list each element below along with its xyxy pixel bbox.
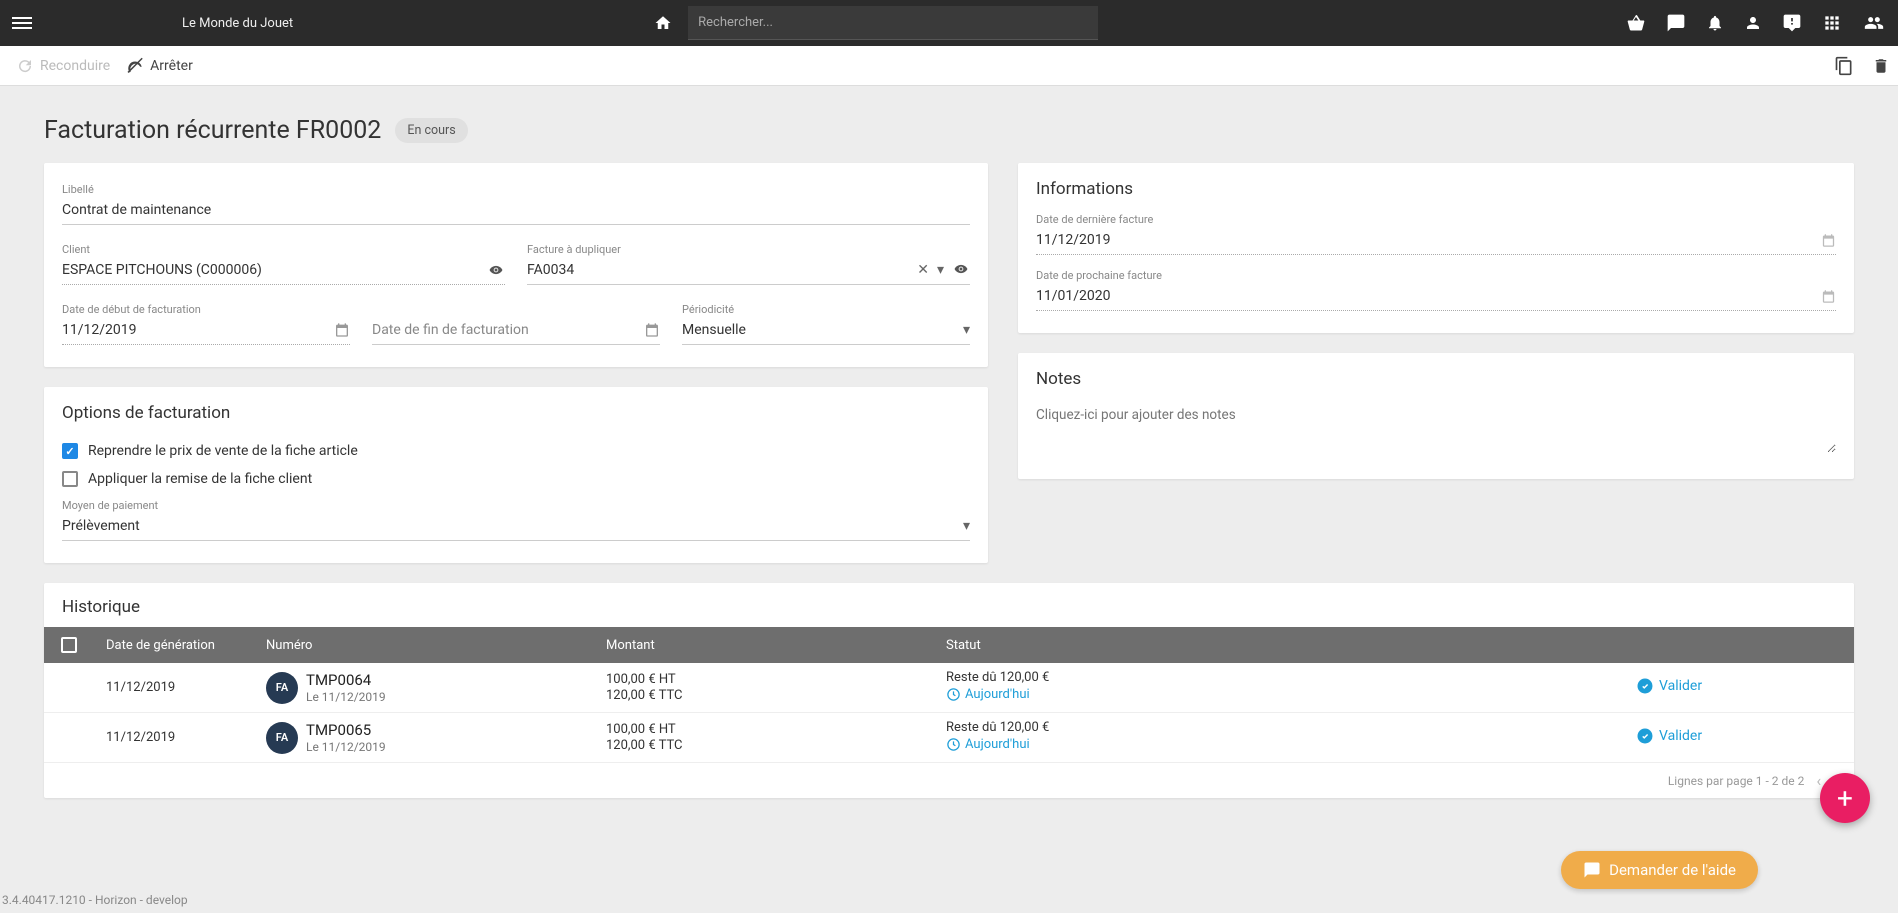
search-input[interactable] — [688, 6, 1098, 40]
col-num[interactable]: Numéro — [254, 638, 594, 653]
help-button[interactable]: Demander de l'aide — [1561, 851, 1758, 889]
basket-icon[interactable] — [1626, 13, 1646, 33]
appliquer-remise-label: Appliquer la remise de la fiche client — [88, 471, 312, 487]
chevron-down-icon[interactable]: ▾ — [963, 322, 970, 338]
due-today: Aujourd'hui — [946, 687, 1030, 702]
help-chat-icon — [1583, 861, 1601, 879]
history-title: Historique — [44, 583, 1854, 627]
dropdown-icon[interactable]: ▾ — [937, 262, 944, 278]
eye-icon[interactable] — [952, 262, 970, 278]
last-invoice-field[interactable]: 11/12/2019 — [1036, 228, 1836, 255]
row-date: 11/12/2019 — [94, 674, 254, 701]
end-label — [372, 303, 660, 316]
menu-icon[interactable] — [12, 14, 32, 32]
user-icon[interactable] — [1744, 13, 1762, 33]
client-field[interactable]: ESPACE PITCHOUNS (C000006) — [62, 258, 505, 285]
history-header: Date de génération Numéro Montant Statut — [44, 627, 1854, 663]
info-title: Informations — [1036, 175, 1836, 199]
notes-title: Notes — [1036, 365, 1836, 389]
payment-field[interactable]: Prélèvement ▾ — [62, 514, 970, 541]
avatar: FA — [266, 722, 298, 754]
select-all-checkbox[interactable] — [61, 637, 77, 653]
avatar: FA — [266, 672, 298, 704]
status-badge: En cours — [395, 118, 467, 143]
amount-ht: 100,00 € HT — [606, 672, 922, 687]
period-field[interactable]: Mensuelle ▾ — [682, 318, 970, 345]
next-invoice-field[interactable]: 11/01/2020 — [1036, 284, 1836, 311]
pay-label: Moyen de paiement — [62, 499, 970, 512]
libelle-label: Libellé — [62, 183, 970, 196]
last-invoice-label: Date de dernière facture — [1036, 213, 1836, 226]
history-footer: Lignes par page 1 - 2 de 2 ‹ › — [44, 763, 1854, 798]
dup-label: Facture à dupliquer — [527, 243, 970, 256]
appliquer-remise-checkbox[interactable] — [62, 471, 78, 487]
stop-alarm-icon — [126, 57, 144, 75]
invoice-subdate: Le 11/12/2019 — [306, 740, 386, 754]
bell-icon[interactable] — [1706, 13, 1724, 33]
row-date: 11/12/2019 — [94, 724, 254, 751]
topbar: Le Monde du Jouet — [0, 0, 1898, 46]
options-title: Options de facturation — [62, 399, 970, 423]
period-label: Périodicité — [682, 303, 970, 316]
remaining-due: Reste dû 120,00 € — [946, 720, 1612, 735]
arreter-button[interactable]: Arrêter — [118, 51, 201, 81]
prev-page-icon[interactable]: ‹ — [1816, 771, 1821, 790]
info-card: Informations Date de dernière facture 11… — [1018, 163, 1854, 333]
due-today: Aujourd'hui — [946, 737, 1030, 752]
calendar-icon[interactable] — [1821, 233, 1836, 248]
clear-icon[interactable]: ✕ — [917, 262, 929, 278]
calendar-icon[interactable] — [644, 322, 660, 338]
table-row[interactable]: 11/12/2019 FA TMP0064Le 11/12/2019 100,0… — [44, 663, 1854, 713]
main-form-card: Libellé Contrat de maintenance Client ES… — [44, 163, 988, 367]
delete-icon[interactable] — [1872, 56, 1890, 76]
invoice-subdate: Le 11/12/2019 — [306, 690, 386, 704]
col-status[interactable]: Statut — [934, 638, 1624, 653]
page-title: Facturation récurrente FR0002 — [44, 116, 381, 145]
pagination-text: Lignes par page 1 - 2 de 2 — [1668, 774, 1805, 788]
col-date[interactable]: Date de génération — [94, 638, 254, 653]
group-icon[interactable] — [1862, 13, 1886, 33]
eye-icon[interactable] — [487, 263, 505, 277]
brand-name: Le Monde du Jouet — [182, 16, 293, 31]
version-text: 3.4.40417.1210 - Horizon - develop — [2, 893, 188, 907]
amount-ttc: 120,00 € TTC — [606, 738, 922, 753]
calendar-icon[interactable] — [1821, 289, 1836, 304]
home-icon[interactable] — [653, 14, 673, 32]
valider-button[interactable]: Valider — [1636, 727, 1702, 745]
refresh-icon — [16, 57, 34, 75]
invoice-number: TMP0064 — [306, 671, 386, 689]
copy-icon[interactable] — [1834, 56, 1854, 76]
reprendre-prix-label: Reprendre le prix de vente de la fiche a… — [88, 443, 358, 459]
client-label: Client — [62, 243, 505, 256]
options-card: Options de facturation ✓ Reprendre le pr… — [44, 387, 988, 563]
calendar-icon[interactable] — [334, 322, 350, 338]
notes-textarea[interactable] — [1036, 403, 1836, 453]
table-row[interactable]: 11/12/2019 FA TMP0065Le 11/12/2019 100,0… — [44, 713, 1854, 763]
start-label: Date de début de facturation — [62, 303, 350, 316]
reconduire-button: Reconduire — [8, 51, 118, 81]
apps-icon[interactable] — [1822, 13, 1842, 33]
amount-ht: 100,00 € HT — [606, 722, 922, 737]
chat-icon[interactable] — [1666, 13, 1686, 33]
history-card: Historique Date de génération Numéro Mon… — [44, 583, 1854, 798]
add-fab[interactable]: + — [1820, 773, 1870, 823]
notes-card: Notes — [1018, 353, 1854, 479]
remaining-due: Reste dû 120,00 € — [946, 670, 1612, 685]
reprendre-prix-checkbox[interactable]: ✓ — [62, 443, 78, 459]
amount-ttc: 120,00 € TTC — [606, 688, 922, 703]
chevron-down-icon[interactable]: ▾ — [963, 518, 970, 534]
libelle-field[interactable]: Contrat de maintenance — [62, 198, 970, 225]
start-date-field[interactable]: 11/12/2019 — [62, 318, 350, 345]
next-invoice-label: Date de prochaine facture — [1036, 269, 1836, 282]
col-amt[interactable]: Montant — [594, 638, 934, 653]
invoice-number: TMP0065 — [306, 721, 386, 739]
dup-field[interactable]: FA0034 ✕ ▾ — [527, 258, 970, 285]
end-date-field[interactable]: Date de fin de facturation — [372, 318, 660, 345]
actionbar: Reconduire Arrêter — [0, 46, 1898, 86]
valider-button[interactable]: Valider — [1636, 677, 1702, 695]
feedback-icon[interactable] — [1782, 13, 1802, 33]
